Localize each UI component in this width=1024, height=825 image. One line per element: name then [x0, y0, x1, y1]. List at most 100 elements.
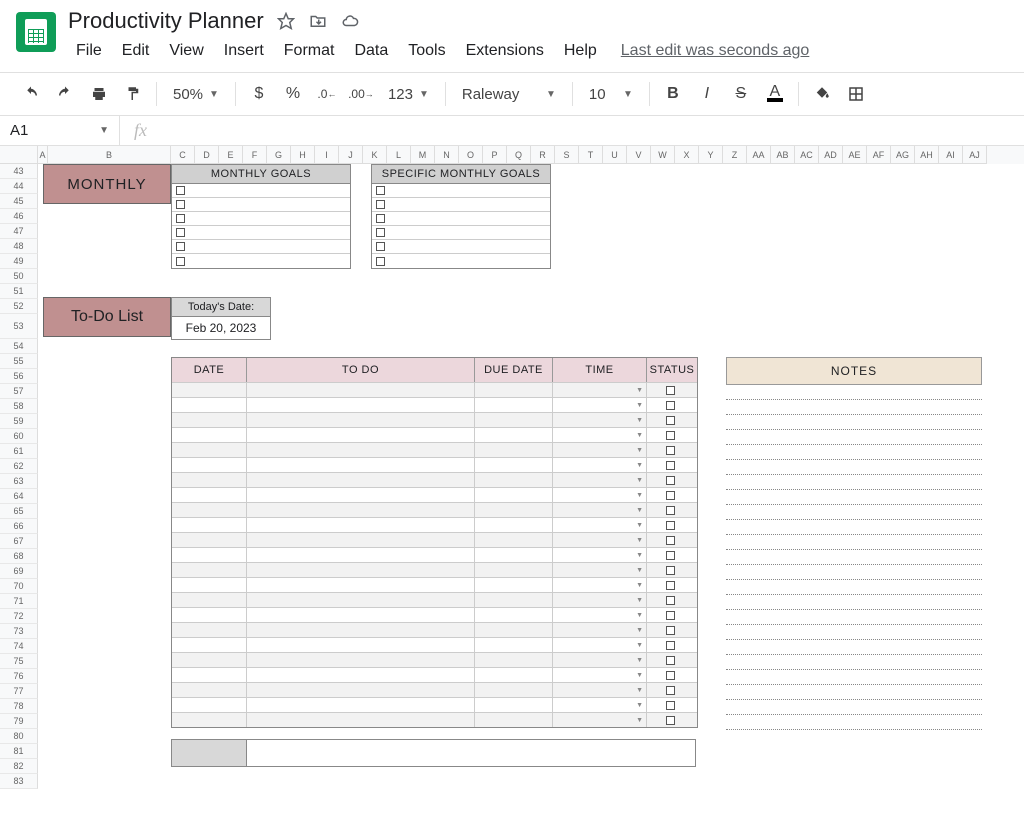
notes-line[interactable]	[726, 670, 982, 685]
menu-help[interactable]: Help	[556, 38, 605, 64]
todo-cell[interactable]	[475, 533, 553, 547]
todo-cell[interactable]: ▼	[553, 698, 647, 712]
row-header-68[interactable]: 68	[0, 549, 38, 564]
goal-row[interactable]	[172, 212, 350, 226]
dropdown-icon[interactable]: ▼	[636, 717, 643, 724]
col-header-U[interactable]: U	[603, 146, 627, 164]
col-header-M[interactable]: M	[411, 146, 435, 164]
col-header-F[interactable]: F	[243, 146, 267, 164]
todo-cell[interactable]	[247, 653, 475, 667]
checkbox-icon[interactable]	[176, 214, 185, 223]
todo-cell[interactable]	[172, 698, 247, 712]
todo-cell[interactable]: ▼	[553, 473, 647, 487]
row-header-83[interactable]: 83	[0, 774, 38, 789]
col-header-AG[interactable]: AG	[891, 146, 915, 164]
dropdown-icon[interactable]: ▼	[636, 432, 643, 439]
dropdown-icon[interactable]: ▼	[636, 507, 643, 514]
menu-edit[interactable]: Edit	[114, 38, 158, 64]
todo-cell[interactable]	[647, 503, 697, 517]
row-header-80[interactable]: 80	[0, 729, 38, 744]
row-header-76[interactable]: 76	[0, 669, 38, 684]
todo-cell[interactable]	[247, 428, 475, 442]
todo-row[interactable]: ▼	[172, 382, 697, 397]
todo-cell[interactable]	[647, 383, 697, 397]
todo-cell[interactable]	[475, 698, 553, 712]
checkbox-icon[interactable]	[666, 521, 675, 530]
font-size-select[interactable]: 10▼	[581, 86, 641, 103]
todo-cell[interactable]: ▼	[553, 548, 647, 562]
notes-line[interactable]	[726, 400, 982, 415]
checkbox-icon[interactable]	[666, 671, 675, 680]
todo-cell[interactable]	[172, 428, 247, 442]
col-header-AE[interactable]: AE	[843, 146, 867, 164]
todo-cell[interactable]	[647, 548, 697, 562]
todo-cell[interactable]: ▼	[553, 683, 647, 697]
dropdown-icon[interactable]: ▼	[636, 597, 643, 604]
row-header-66[interactable]: 66	[0, 519, 38, 534]
dropdown-icon[interactable]: ▼	[636, 657, 643, 664]
checkbox-icon[interactable]	[666, 641, 675, 650]
todo-cell[interactable]: ▼	[553, 518, 647, 532]
todo-cell[interactable]	[172, 518, 247, 532]
todo-cell[interactable]	[247, 668, 475, 682]
col-header-K[interactable]: K	[363, 146, 387, 164]
todo-cell[interactable]	[172, 668, 247, 682]
col-header-V[interactable]: V	[627, 146, 651, 164]
notes-line[interactable]	[726, 475, 982, 490]
todo-cell[interactable]	[647, 518, 697, 532]
todo-row[interactable]: ▼	[172, 697, 697, 712]
row-header-69[interactable]: 69	[0, 564, 38, 579]
col-header-AH[interactable]: AH	[915, 146, 939, 164]
todo-row[interactable]: ▼	[172, 682, 697, 697]
todo-cell[interactable]	[247, 593, 475, 607]
font-select[interactable]: Raleway▼	[454, 86, 564, 103]
notes-line[interactable]	[726, 700, 982, 715]
notes-line[interactable]	[726, 580, 982, 595]
row-header-52[interactable]: 52	[0, 299, 38, 314]
todo-cell[interactable]	[475, 623, 553, 637]
dropdown-icon[interactable]: ▼	[636, 447, 643, 454]
col-header-T[interactable]: T	[579, 146, 603, 164]
bold-button[interactable]: B	[658, 79, 688, 109]
goal-row[interactable]	[372, 240, 550, 254]
todo-cell[interactable]: ▼	[553, 488, 647, 502]
col-header-R[interactable]: R	[531, 146, 555, 164]
row-header-67[interactable]: 67	[0, 534, 38, 549]
menu-insert[interactable]: Insert	[216, 38, 272, 64]
todo-row[interactable]: ▼	[172, 592, 697, 607]
dropdown-icon[interactable]: ▼	[636, 402, 643, 409]
todo-cell[interactable]	[247, 443, 475, 457]
dropdown-icon[interactable]: ▼	[636, 627, 643, 634]
todo-cell[interactable]	[172, 443, 247, 457]
todo-cell[interactable]: ▼	[553, 443, 647, 457]
checkbox-icon[interactable]	[376, 200, 385, 209]
col-header-H[interactable]: H	[291, 146, 315, 164]
formula-input[interactable]	[161, 116, 1024, 145]
todo-cell[interactable]	[247, 518, 475, 532]
notes-line[interactable]	[726, 520, 982, 535]
dropdown-icon[interactable]: ▼	[636, 612, 643, 619]
todo-cell[interactable]	[172, 593, 247, 607]
row-header-71[interactable]: 71	[0, 594, 38, 609]
checkbox-icon[interactable]	[666, 596, 675, 605]
todo-row[interactable]: ▼	[172, 532, 697, 547]
checkbox-icon[interactable]	[176, 257, 185, 266]
row-header-48[interactable]: 48	[0, 239, 38, 254]
row-header-70[interactable]: 70	[0, 579, 38, 594]
todo-row[interactable]: ▼	[172, 442, 697, 457]
todo-cell[interactable]	[172, 713, 247, 727]
row-header-65[interactable]: 65	[0, 504, 38, 519]
todo-row[interactable]: ▼	[172, 457, 697, 472]
col-header-P[interactable]: P	[483, 146, 507, 164]
todo-row[interactable]: ▼	[172, 622, 697, 637]
menu-data[interactable]: Data	[346, 38, 396, 64]
todo-cell[interactable]: ▼	[553, 383, 647, 397]
col-header-O[interactable]: O	[459, 146, 483, 164]
notes-line[interactable]	[726, 430, 982, 445]
todo-cell[interactable]	[247, 698, 475, 712]
notes-line[interactable]	[726, 550, 982, 565]
todo-cell[interactable]	[475, 518, 553, 532]
bottom-input-box[interactable]	[171, 739, 696, 767]
todo-row[interactable]: ▼	[172, 502, 697, 517]
row-header-55[interactable]: 55	[0, 354, 38, 369]
